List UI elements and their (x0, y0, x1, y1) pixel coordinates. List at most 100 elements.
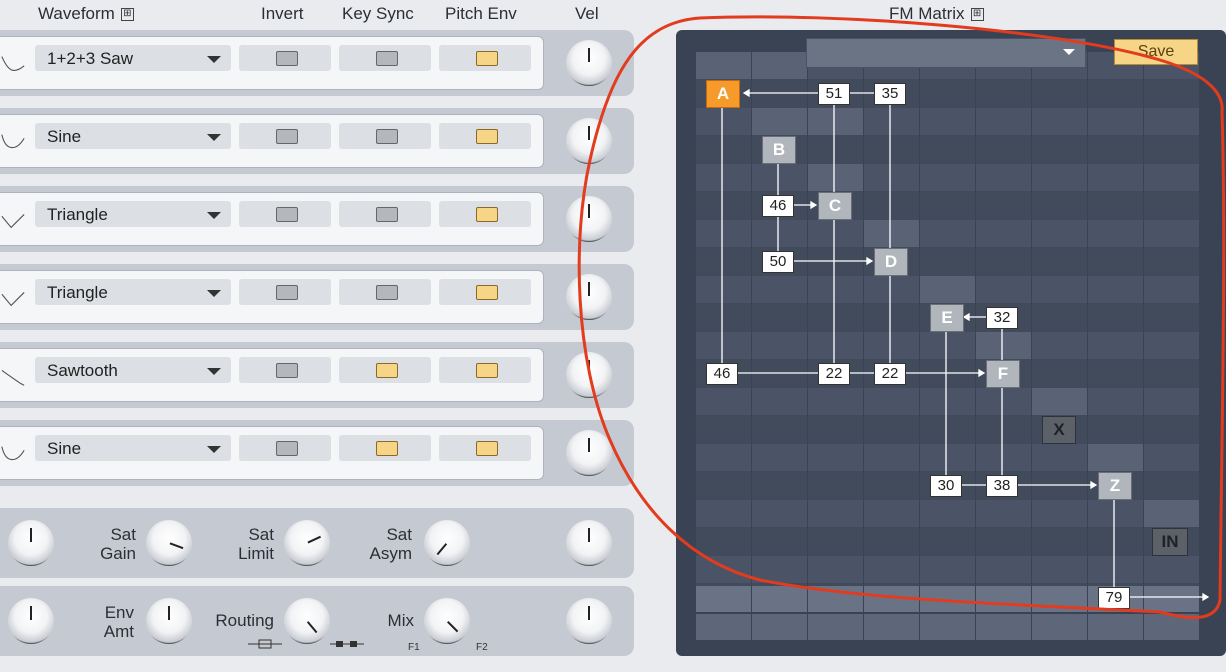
key-sync-toggle[interactable] (376, 441, 398, 456)
matrix-cell (1144, 359, 1199, 388)
amount-z-from-e[interactable]: 30 (930, 475, 962, 497)
pitch-env-toggle[interactable] (476, 51, 498, 66)
matrix-cell (752, 332, 807, 359)
operator-in[interactable]: IN (1152, 528, 1188, 556)
matrix-cell (920, 247, 975, 276)
vel-header: Vel (575, 4, 599, 23)
operator-z[interactable]: Z (1098, 472, 1132, 500)
amount-f-from-a[interactable]: 46 (706, 363, 738, 385)
matrix-cell (1032, 500, 1087, 527)
fm-matrix-expand-icon[interactable]: ⊞ (970, 8, 984, 22)
pitch-env-toggle[interactable] (476, 441, 498, 456)
chevron-down-icon (207, 212, 221, 219)
output-cell (808, 614, 863, 640)
oscillator-row: Sawtooth (0, 342, 634, 408)
matrix-cell (864, 444, 919, 471)
oscillator-panel: Sine (0, 114, 544, 168)
matrix-cell (1032, 108, 1087, 135)
matrix-cell (1144, 444, 1199, 471)
velocity-knob[interactable] (566, 274, 612, 320)
key-sync-toggle[interactable] (376, 207, 398, 222)
oscillator-panel: 1+2+3 Saw (0, 36, 544, 90)
amount-f-from-c[interactable]: 22 (874, 363, 906, 385)
invert-toggle[interactable] (276, 441, 298, 456)
matrix-cell (1032, 164, 1087, 191)
amount-c-from-b[interactable]: 46 (762, 195, 794, 217)
invert-toggle[interactable] (276, 207, 298, 222)
pitch-env-toggle[interactable] (476, 285, 498, 300)
saturation-left-knob[interactable] (8, 520, 54, 566)
waveform-dropdown[interactable]: Sawtooth (35, 357, 231, 383)
matrix-cell (752, 220, 807, 247)
matrix-cell (1032, 135, 1087, 164)
sat-gain-knob[interactable] (146, 520, 192, 566)
matrix-cell (696, 276, 751, 303)
matrix-cell (808, 527, 863, 556)
amount-d-from-b[interactable]: 50 (762, 251, 794, 273)
waveform-dropdown[interactable]: Sine (35, 435, 231, 461)
amount-a-from-b[interactable]: 51 (818, 83, 850, 105)
amount-e-from-f[interactable]: 32 (986, 307, 1018, 329)
sat-limit-knob[interactable] (284, 520, 330, 566)
invert-toggle[interactable] (276, 51, 298, 66)
routing-right-knob[interactable] (566, 598, 612, 644)
operator-a[interactable]: A (706, 80, 740, 108)
matrix-cell (864, 303, 919, 332)
invert-toggle[interactable] (276, 363, 298, 378)
invert-toggle[interactable] (276, 285, 298, 300)
matrix-cell (808, 471, 863, 500)
waveform-preview-icon (1, 446, 25, 461)
fm-preset-dropdown[interactable] (806, 38, 1086, 68)
operator-e[interactable]: E (930, 304, 964, 332)
operator-b[interactable]: B (762, 136, 796, 164)
waveform-expand-icon[interactable]: ⊞ (120, 8, 134, 22)
amount-out-from-z[interactable]: 79 (1098, 587, 1130, 609)
matrix-cell (696, 247, 751, 276)
waveform-dropdown[interactable]: Triangle (35, 279, 231, 305)
matrix-cell (1088, 247, 1143, 276)
routing-left-knob[interactable] (8, 598, 54, 644)
waveform-dropdown[interactable]: 1+2+3 Saw (35, 45, 231, 71)
key-sync-toggle[interactable] (376, 363, 398, 378)
mix-knob[interactable] (424, 598, 470, 644)
sat-asym-knob[interactable] (424, 520, 470, 566)
env-amt-knob[interactable] (146, 598, 192, 644)
invert-toggle[interactable] (276, 129, 298, 144)
amount-z-from-f[interactable]: 38 (986, 475, 1018, 497)
operator-x[interactable]: X (1042, 416, 1076, 444)
matrix-cell (808, 444, 863, 471)
waveform-dropdown-label: Sawtooth (47, 361, 118, 380)
matrix-cell (976, 247, 1031, 276)
routing-knob[interactable] (284, 598, 330, 644)
matrix-cell (920, 79, 975, 108)
matrix-cell (864, 500, 919, 527)
matrix-cell (752, 556, 807, 583)
matrix-cell (920, 500, 975, 527)
matrix-cell (1088, 444, 1143, 471)
key-sync-toggle[interactable] (376, 129, 398, 144)
amount-f-from-b[interactable]: 22 (818, 363, 850, 385)
velocity-knob[interactable] (566, 40, 612, 86)
pitch-env-toggle[interactable] (476, 129, 498, 144)
matrix-cell (1088, 556, 1143, 583)
velocity-knob[interactable] (566, 430, 612, 476)
matrix-cell (696, 220, 751, 247)
saturation-right-knob[interactable] (566, 520, 612, 566)
key-sync-toggle[interactable] (376, 51, 398, 66)
amount-a-from-c[interactable]: 35 (874, 83, 906, 105)
waveform-dropdown[interactable]: Triangle (35, 201, 231, 227)
save-button[interactable]: Save (1114, 39, 1198, 65)
key-sync-toggle[interactable] (376, 285, 398, 300)
velocity-knob[interactable] (566, 196, 612, 242)
operator-f[interactable]: F (986, 360, 1020, 388)
operator-c[interactable]: C (818, 192, 852, 220)
pitch-env-toggle[interactable] (476, 207, 498, 222)
pitch-env-toggle[interactable] (476, 363, 498, 378)
matrix-cell (976, 135, 1031, 164)
waveform-dropdown[interactable]: Sine (35, 123, 231, 149)
key-sync-header: Key Sync (342, 4, 414, 23)
operator-d[interactable]: D (874, 248, 908, 276)
velocity-knob[interactable] (566, 118, 612, 164)
chevron-down-icon (207, 368, 221, 375)
velocity-knob[interactable] (566, 352, 612, 398)
